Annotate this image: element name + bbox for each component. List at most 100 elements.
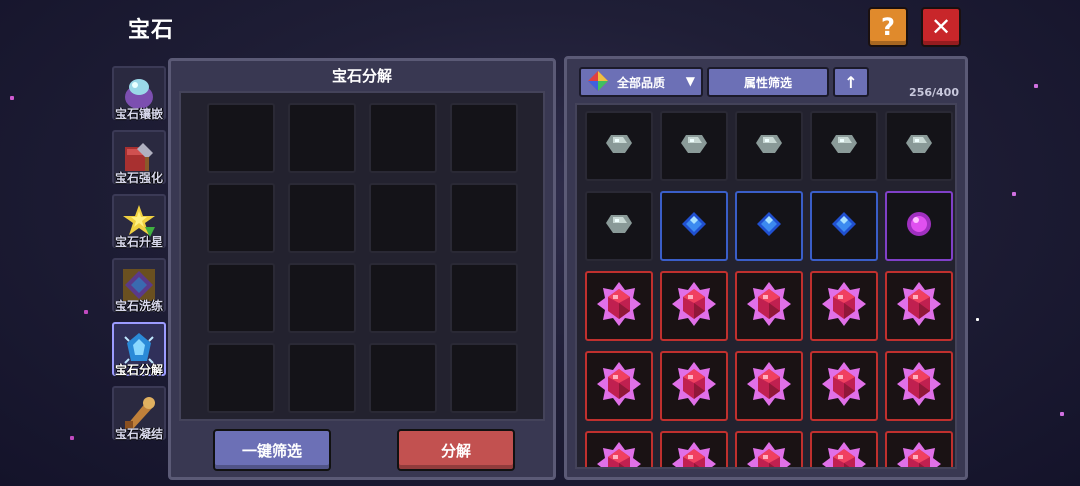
red-gem-icon: [821, 281, 867, 331]
inventory-gem-slot[interactable]: [660, 271, 728, 341]
decompose-slot[interactable]: [288, 103, 356, 173]
decompose-slot[interactable]: [288, 343, 356, 413]
background-star: [1060, 412, 1064, 416]
background-star: [1034, 84, 1038, 88]
background-star: [84, 310, 88, 314]
decompose-slot[interactable]: [207, 343, 275, 413]
blue-gem-icon: [756, 211, 782, 241]
inventory-gem-slot[interactable]: [810, 191, 878, 261]
red-gem-icon: [746, 361, 792, 411]
inventory-gem-slot[interactable]: [810, 351, 878, 421]
sidebar-item-gem-condense[interactable]: 宝石凝结: [110, 386, 168, 444]
panel-title: 宝石分解: [331, 67, 392, 85]
red-gem-icon: [596, 361, 642, 411]
help-button[interactable]: ?: [868, 7, 908, 47]
inventory-gem-slot[interactable]: [885, 191, 953, 261]
rainbow-gem-icon: [587, 70, 609, 95]
gray-gem-icon: [830, 133, 858, 159]
inventory-gem-slot[interactable]: [660, 111, 728, 181]
inventory-panel: 全部品质 ▼ 属性筛选 ↑ 256/400: [564, 56, 968, 480]
inventory-gem-slot[interactable]: [585, 271, 653, 341]
page-title: 宝石: [128, 18, 175, 43]
close-button[interactable]: ✕: [921, 7, 961, 47]
decompose-slot[interactable]: [450, 183, 518, 253]
red-gem-icon: [671, 281, 717, 331]
inventory-gem-slot[interactable]: [735, 351, 803, 421]
quality-dropdown[interactable]: 全部品质 ▼: [579, 67, 703, 97]
decompose-slot[interactable]: [288, 183, 356, 253]
chevron-down-icon: ▼: [685, 74, 695, 88]
inventory-gem-slot[interactable]: [660, 191, 728, 261]
inventory-gem-slot[interactable]: [735, 431, 803, 467]
sidebar-item-gem-enhance[interactable]: 宝石强化: [110, 130, 168, 188]
decompose-slot[interactable]: [369, 263, 437, 333]
decompose-panel: 宝石分解 一键筛选 分解: [168, 58, 556, 480]
inventory-gem-slot[interactable]: [885, 351, 953, 421]
inventory-gem-slot[interactable]: [885, 111, 953, 181]
red-gem-icon: [821, 361, 867, 411]
decompose-slot[interactable]: [288, 263, 356, 333]
sidebar-item-gem-refine[interactable]: 宝石洗练: [110, 258, 168, 316]
sidebar-item-label: 宝石强化: [114, 171, 163, 185]
red-gem-icon: [746, 281, 792, 331]
gray-gem-icon: [755, 133, 783, 159]
one-click-filter-button[interactable]: 一键筛选: [213, 429, 331, 471]
decompose-slot[interactable]: [450, 263, 518, 333]
purple-gem-icon: [905, 210, 933, 242]
inventory-gem-slot[interactable]: [810, 431, 878, 467]
background-star: [10, 96, 14, 100]
inventory-count: 256/400: [909, 86, 959, 99]
red-gem-icon: [596, 281, 642, 331]
background-star: [976, 318, 979, 321]
blue-gem-icon: [831, 211, 857, 241]
sidebar-item-star-upgrade[interactable]: 宝石升星: [110, 194, 168, 252]
inventory-gem-slot[interactable]: [810, 271, 878, 341]
decompose-slot[interactable]: [207, 263, 275, 333]
gray-gem-icon: [905, 133, 933, 159]
inventory-gem-slot[interactable]: [810, 111, 878, 181]
inventory-gem-slot[interactable]: [735, 191, 803, 261]
decompose-slot[interactable]: [207, 183, 275, 253]
inventory-gem-slot[interactable]: [885, 431, 953, 467]
sort-button[interactable]: ↑: [833, 67, 869, 97]
decompose-slot[interactable]: [450, 103, 518, 173]
sidebar-item-label: 宝石镶嵌: [114, 107, 163, 121]
red-gem-icon: [596, 441, 642, 467]
decompose-slot[interactable]: [369, 343, 437, 413]
red-gem-icon: [821, 441, 867, 467]
red-gem-icon: [896, 361, 942, 411]
sidebar-item-label: 宝石分解: [114, 363, 163, 377]
decompose-button[interactable]: 分解: [397, 429, 515, 471]
inventory-gem-slot[interactable]: [585, 351, 653, 421]
red-gem-icon: [896, 441, 942, 467]
gray-gem-icon: [605, 213, 633, 239]
inventory-gem-slot[interactable]: [660, 431, 728, 467]
decompose-slot[interactable]: [369, 183, 437, 253]
arrow-up-icon: ↑: [844, 72, 858, 92]
inventory-gem-slot[interactable]: [735, 111, 803, 181]
sidebar-item-label: 宝石凝结: [114, 427, 163, 441]
inventory-gem-slot[interactable]: [585, 111, 653, 181]
red-gem-icon: [746, 441, 792, 467]
decompose-slot[interactable]: [450, 343, 518, 413]
decompose-slot[interactable]: [207, 103, 275, 173]
quality-dropdown-label: 全部品质: [617, 75, 666, 90]
background-star: [1012, 192, 1016, 196]
sidebar-item-gem-decompose[interactable]: 宝石分解: [110, 322, 168, 380]
gray-gem-icon: [605, 133, 633, 159]
inventory-gem-slot[interactable]: [885, 271, 953, 341]
inventory-grid: [575, 103, 957, 469]
decompose-slot[interactable]: [369, 103, 437, 173]
decompose-slot-grid: [179, 91, 545, 421]
inventory-gem-slot[interactable]: [660, 351, 728, 421]
blue-gem-icon: [681, 211, 707, 241]
inventory-gem-slot[interactable]: [585, 191, 653, 261]
red-gem-icon: [671, 441, 717, 467]
inventory-gem-slot[interactable]: [585, 431, 653, 467]
background-star: [70, 436, 74, 440]
sidebar-item-label: 宝石升星: [114, 235, 163, 249]
red-gem-icon: [671, 361, 717, 411]
inventory-gem-slot[interactable]: [735, 271, 803, 341]
attribute-filter-button[interactable]: 属性筛选: [707, 67, 829, 97]
sidebar-item-gem-socket[interactable]: 宝石镶嵌: [110, 66, 168, 124]
